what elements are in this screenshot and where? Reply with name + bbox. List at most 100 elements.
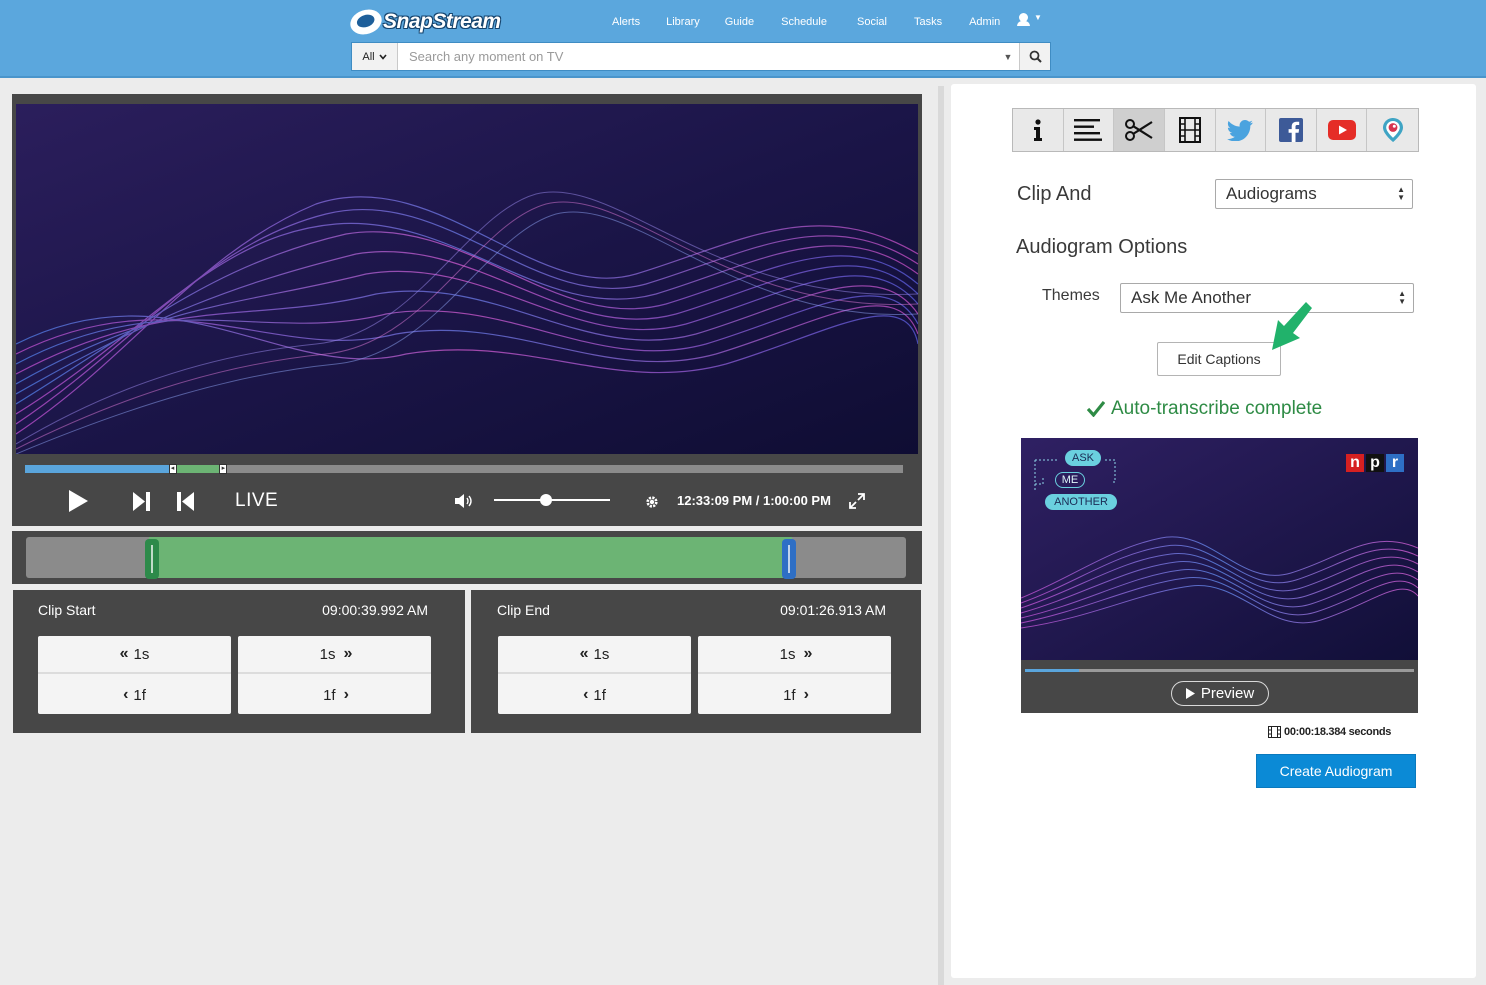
clip-range-track[interactable] (26, 537, 906, 579)
npr-letter-p: p (1366, 454, 1384, 472)
playback-progress-bar[interactable]: ◂ ▸ (25, 464, 903, 474)
clip-end-label: Clip End (497, 602, 550, 618)
pointer-arrow-icon (1272, 302, 1312, 350)
transcribe-status: Auto-transcribe complete (1087, 398, 1322, 420)
clip-start-handle[interactable] (145, 539, 160, 579)
live-button[interactable]: LIVE (235, 490, 278, 512)
volume-slider-handle[interactable] (540, 494, 553, 506)
previous-frame-button[interactable] (175, 490, 195, 512)
info-icon (1033, 119, 1042, 141)
mute-button[interactable] (454, 492, 476, 510)
film-icon (1178, 117, 1201, 143)
clip-start-forward-1f-button[interactable]: 1f › (238, 676, 431, 714)
nav-tasks[interactable]: Tasks (914, 16, 942, 28)
preview-button[interactable]: Preview (1171, 681, 1269, 706)
search-input[interactable] (398, 43, 997, 70)
another-pill: ANOTHER (1045, 494, 1117, 510)
expand-icon (849, 493, 865, 509)
user-icon (1017, 13, 1030, 26)
settings-button[interactable] (644, 494, 660, 510)
clip-end-back-group: « 1s ‹ 1f (498, 636, 691, 714)
clip-end-back-1f-button[interactable]: ‹ 1f (498, 676, 691, 714)
nav-admin[interactable]: Admin (969, 16, 1000, 28)
clip-start-panel: Clip Start 09:00:39.992 AM « 1s ‹ 1f 1s … (13, 590, 465, 733)
checkmark-icon (1087, 401, 1105, 417)
double-chevron-right-icon: » (803, 645, 812, 662)
next-frame-button[interactable] (131, 490, 151, 512)
tab-film[interactable] (1165, 109, 1216, 151)
film-icon (1268, 726, 1281, 738)
video-player (12, 94, 922, 526)
user-menu[interactable]: ▼ (1017, 13, 1042, 26)
step-label: 1s (133, 645, 150, 663)
audiogram-preview-image[interactable]: ASK ME ANOTHER n p r (1021, 438, 1418, 660)
transcript-icon (1074, 119, 1103, 141)
step-label: 1s (593, 645, 610, 663)
nav-library[interactable]: Library (666, 16, 700, 28)
clip-end-time: 09:01:26.913 AM (780, 602, 886, 618)
timecode-display: 12:33:09 PM / 1:00:00 PM (677, 493, 831, 508)
clip-range-selection[interactable] (149, 537, 792, 578)
clip-end-handle[interactable] (781, 539, 796, 579)
clip-start-back-1f-button[interactable]: ‹ 1f (38, 676, 231, 714)
nav-social[interactable]: Social (857, 16, 887, 28)
tab-clip[interactable] (1114, 109, 1165, 151)
chevron-left-icon: ‹ (123, 686, 129, 703)
search-history-caret-icon[interactable]: ▼ (997, 43, 1019, 70)
periscope-icon (1382, 118, 1403, 142)
facebook-icon (1278, 118, 1303, 142)
clip-end-panel: Clip End 09:01:26.913 AM « 1s ‹ 1f 1s » … (471, 590, 921, 733)
clip-and-select[interactable]: Audiograms ▲ ▼ (1215, 179, 1413, 209)
clip-end-forward-1s-button[interactable]: 1s » (698, 636, 891, 674)
edit-captions-button[interactable]: Edit Captions (1157, 342, 1281, 376)
clip-out-marker[interactable]: ▸ (219, 464, 228, 474)
clip-region-fill (172, 465, 224, 473)
clip-duration: 00:00:18.384 seconds (1268, 726, 1391, 738)
npr-logo: n p r (1346, 454, 1404, 472)
clip-end-back-1s-button[interactable]: « 1s (498, 636, 691, 674)
double-chevron-right-icon: » (343, 645, 352, 662)
video-frame[interactable] (16, 104, 918, 454)
panel-divider[interactable] (938, 86, 944, 985)
nav-schedule[interactable]: Schedule (781, 16, 827, 28)
npr-letter-n: n (1346, 454, 1364, 472)
chevron-down-icon (379, 53, 387, 60)
search-scope-dropdown[interactable]: All (352, 43, 398, 70)
tab-youtube[interactable] (1317, 109, 1368, 151)
tab-twitter[interactable] (1216, 109, 1267, 151)
snapstream-logo[interactable]: SnapStream (347, 5, 501, 39)
clip-start-forward-1s-button[interactable]: 1s » (238, 636, 431, 674)
search-bar: All ▼ (351, 42, 1051, 71)
chevron-left-icon: ‹ (583, 686, 589, 703)
preview-button-label: Preview (1200, 685, 1255, 702)
step-label: 1s (319, 645, 336, 663)
preview-progress-fill (1025, 669, 1080, 672)
chevron-right-icon: › (343, 686, 350, 703)
select-arrows-icon: ▲ ▼ (1397, 185, 1405, 202)
clip-and-label: Clip And (1017, 183, 1092, 205)
logo-text: SnapStream (383, 10, 501, 33)
npr-letter-r: r (1386, 454, 1404, 472)
clip-start-back-1s-button[interactable]: « 1s (38, 636, 231, 674)
nav-alerts[interactable]: Alerts (612, 16, 640, 28)
step-label: 1f (133, 686, 146, 704)
search-button[interactable] (1019, 43, 1050, 70)
twitter-icon (1227, 119, 1254, 141)
step-label: 1f (323, 686, 336, 704)
tab-periscope[interactable] (1367, 109, 1418, 151)
play-button[interactable] (66, 488, 90, 514)
gear-icon (646, 496, 658, 508)
step-back-icon (176, 491, 194, 511)
create-audiogram-button[interactable]: Create Audiogram (1256, 754, 1416, 788)
clip-end-forward-1f-button[interactable]: 1f › (698, 676, 891, 714)
fullscreen-button[interactable] (848, 492, 866, 510)
clip-start-time: 09:00:39.992 AM (322, 602, 428, 618)
side-panel-tabs (1012, 108, 1419, 152)
nav-guide[interactable]: Guide (725, 16, 754, 28)
tab-transcript[interactable] (1064, 109, 1115, 151)
preview-progress-bar[interactable] (1025, 669, 1414, 672)
clip-in-marker[interactable]: ◂ (168, 464, 177, 474)
tab-facebook[interactable] (1266, 109, 1317, 151)
top-header: SnapStream Alerts Library Guide Schedule… (0, 0, 1486, 78)
tab-info[interactable] (1013, 109, 1064, 151)
